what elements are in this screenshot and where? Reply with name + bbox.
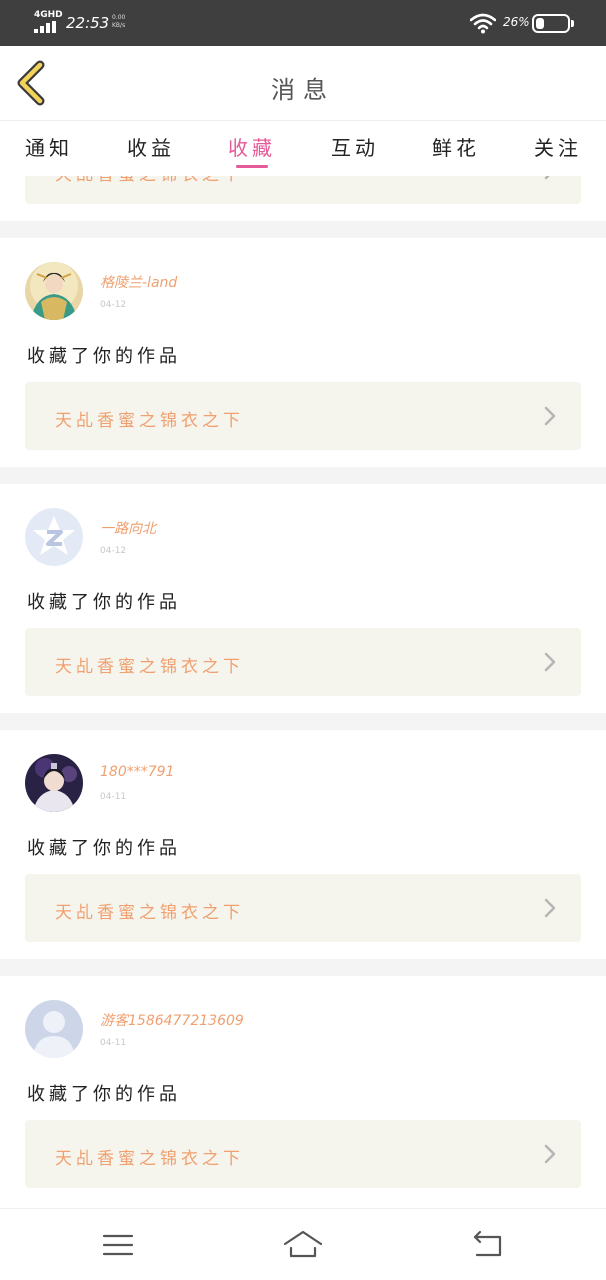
home-button[interactable] <box>283 1227 323 1263</box>
default-person-avatar <box>25 1000 83 1058</box>
chevron-right-icon <box>544 1144 556 1164</box>
list-item: 格陵兰-land 04-12 收藏了你的作品 天乩香蜜之锦衣之下 <box>0 238 606 467</box>
chevron-right-icon <box>544 176 550 180</box>
net-speed: 0.00 KB/s <box>112 14 125 30</box>
timestamp: 04-12 <box>100 300 127 310</box>
username[interactable]: 一路向北 <box>100 518 156 538</box>
work-title: 天乩香蜜之锦衣之下 <box>55 1149 244 1169</box>
menu-icon <box>102 1234 134 1256</box>
costume-character-avatar <box>25 262 83 320</box>
divider <box>0 713 606 730</box>
action-text: 收藏了你的作品 <box>27 1084 181 1105</box>
wifi-icon <box>470 13 496 34</box>
net-speed-value: 0.00 <box>112 14 126 21</box>
status-time: 22:53 <box>66 14 110 32</box>
active-tab-indicator <box>236 165 268 168</box>
work-title: 天乩香蜜之锦衣之下 <box>55 176 244 185</box>
tab-notifications[interactable]: 通知 <box>9 132 89 172</box>
avatar[interactable] <box>25 508 83 566</box>
tab-bar: 通知 收益 收藏 互动 鲜花 关注 <box>0 122 606 176</box>
system-nav-bar <box>0 1208 606 1280</box>
return-icon <box>473 1230 502 1257</box>
purple-character-avatar <box>25 754 83 812</box>
list-item: 一路向北 04-12 收藏了你的作品 天乩香蜜之锦衣之下 <box>0 484 606 713</box>
action-text: 收藏了你的作品 <box>27 838 181 859</box>
menu-button[interactable] <box>98 1227 138 1263</box>
net-speed-unit: KB/s <box>112 22 126 29</box>
list-item: 游客1586477213609 04-11 收藏了你的作品 天乩香蜜之锦衣之下 <box>0 976 606 1205</box>
chevron-right-icon <box>544 898 556 918</box>
battery-icon <box>532 14 574 33</box>
work-link[interactable]: 天乩香蜜之锦衣之下 <box>25 874 581 942</box>
work-link[interactable]: 天乩香蜜之锦衣之下 <box>25 1120 581 1188</box>
favorites-feed[interactable]: 天乩香蜜之锦衣之下 格陵兰-land 04-12 收藏了你的作品 天乩香蜜之锦衣… <box>0 176 606 1208</box>
avatar[interactable] <box>25 262 83 320</box>
work-title: 天乩香蜜之锦衣之下 <box>55 411 244 431</box>
chevron-right-icon <box>544 652 556 672</box>
network-type: 4GHD <box>34 10 63 20</box>
header: 消息 <box>0 46 606 121</box>
work-link[interactable]: 天乩香蜜之锦衣之下 <box>25 628 581 696</box>
work-title: 天乩香蜜之锦衣之下 <box>55 657 244 677</box>
chevron-right-icon <box>544 406 556 426</box>
action-text: 收藏了你的作品 <box>27 346 181 367</box>
tab-follows[interactable]: 关注 <box>518 132 598 172</box>
timestamp: 04-11 <box>100 1038 127 1048</box>
avatar[interactable] <box>25 1000 83 1058</box>
work-link[interactable]: 天乩香蜜之锦衣之下 <box>25 176 581 204</box>
status-bar: 4GHD 22:53 0.00 KB/s 26% <box>0 0 606 46</box>
timestamp: 04-11 <box>100 792 127 802</box>
divider <box>0 959 606 976</box>
page-title: 消息 <box>271 76 335 104</box>
battery-level <box>536 18 544 29</box>
username[interactable]: 格陵兰-land <box>100 272 177 292</box>
list-item: 180***791 04-11 收藏了你的作品 天乩香蜜之锦衣之下 <box>0 730 606 959</box>
qzone-star-avatar <box>25 508 83 566</box>
username[interactable]: 游客1586477213609 <box>100 1010 244 1030</box>
signal-icon <box>34 21 58 33</box>
username[interactable]: 180***791 <box>100 764 174 780</box>
divider <box>0 467 606 484</box>
avatar[interactable] <box>25 754 83 812</box>
action-text: 收藏了你的作品 <box>27 592 181 613</box>
timestamp: 04-12 <box>100 546 127 556</box>
home-icon <box>283 1230 323 1258</box>
return-button[interactable] <box>467 1227 507 1263</box>
tab-interactions[interactable]: 互动 <box>315 132 395 172</box>
tab-earnings[interactable]: 收益 <box>111 132 191 172</box>
battery-percent: 26% <box>503 15 530 29</box>
work-link[interactable]: 天乩香蜜之锦衣之下 <box>25 382 581 450</box>
work-title: 天乩香蜜之锦衣之下 <box>55 903 244 923</box>
divider <box>0 221 606 238</box>
tab-flowers[interactable]: 鲜花 <box>416 132 496 172</box>
